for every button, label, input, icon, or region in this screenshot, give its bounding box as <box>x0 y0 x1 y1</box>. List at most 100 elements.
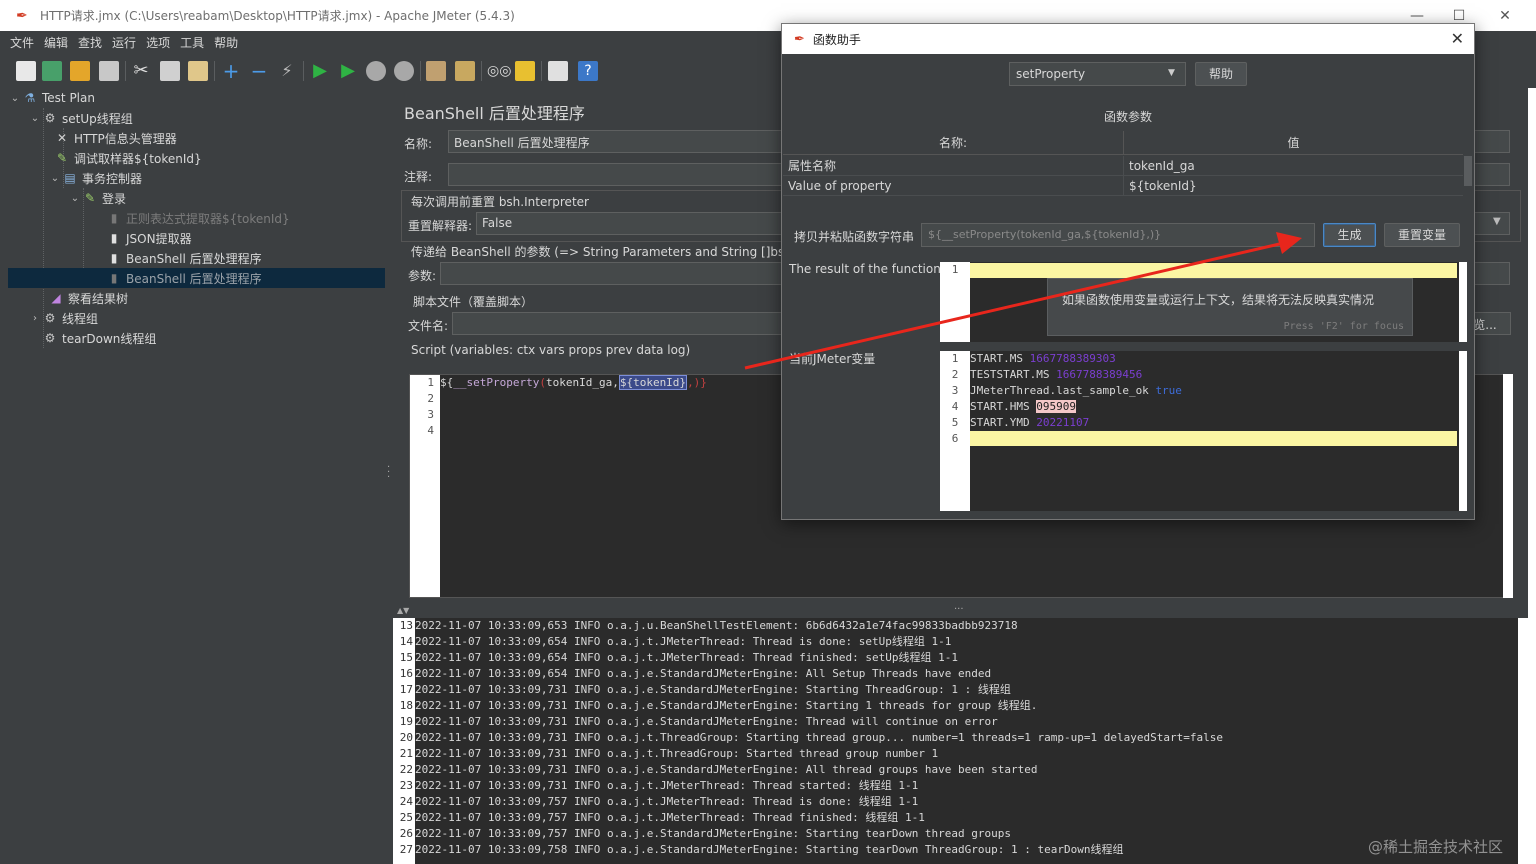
menu-file[interactable]: 文件 <box>10 34 34 51</box>
log-scrollbar[interactable] <box>1518 618 1528 864</box>
function-select[interactable]: setProperty <box>1009 62 1186 86</box>
tree-node-beanshell-1[interactable]: ▮ BeanShell 后置处理程序 <box>106 248 262 268</box>
stop-icon[interactable] <box>366 61 386 81</box>
line-number: 19 <box>393 714 415 730</box>
collapse-icon[interactable]: − <box>249 61 269 81</box>
log-line: 27 2022-11-07 10:33:09,758 INFO o.a.j.e.S… <box>393 842 1124 858</box>
log-panel[interactable]: 13 2022-11-07 10:33:09,653 INFO o.a.j.u.B… <box>393 618 1518 864</box>
tree-node-header-manager[interactable]: ✕ HTTP信息头管理器 <box>54 128 177 148</box>
start-no-pause-icon[interactable]: ▶ <box>338 61 358 81</box>
vertical-splitter[interactable]: · · · <box>385 88 393 864</box>
param-name-cell: Value of property <box>783 176 1123 196</box>
collapse-arrow-icon[interactable]: ⌄ <box>8 93 22 104</box>
menu-search[interactable]: 查找 <box>78 34 102 51</box>
log-line: 21 2022-11-07 10:33:09,731 INFO o.a.j.t.T… <box>393 746 938 762</box>
help-button[interactable]: 帮助 <box>1195 62 1247 86</box>
toggle-icon[interactable]: ⚡ <box>277 61 297 81</box>
tree-node-label: HTTP信息头管理器 <box>74 131 177 146</box>
collapse-arrow-icon[interactable]: ⌄ <box>68 193 82 204</box>
drag-handle-icon[interactable]: ··· <box>387 463 390 483</box>
menu-tools[interactable]: 工具 <box>180 34 204 51</box>
watermark-text: @稀土掘金技术社区 <box>1368 838 1504 856</box>
tree-node-login[interactable]: ⌄ ✎ 登录 <box>68 188 126 208</box>
collapse-arrow-icon[interactable]: ⌄ <box>28 113 42 124</box>
help-icon[interactable]: ? <box>578 61 598 81</box>
table-scrollbar[interactable] <box>1464 156 1472 186</box>
shutdown-icon[interactable] <box>394 61 414 81</box>
variable-key: START.MS <box>970 352 1030 365</box>
tree-node-debug-sampler[interactable]: ✎ 调试取样器${tokenId} <box>54 148 202 168</box>
splitter-arrows-icon[interactable]: ▲▼ <box>397 606 409 615</box>
tree-node-thread-group[interactable]: › ⚙ 线程组 <box>28 308 98 328</box>
function-helper-icon[interactable] <box>548 61 568 81</box>
chevron-down-icon[interactable]: ▼ <box>1493 216 1501 227</box>
panel-title: BeanShell 后置处理程序 <box>404 104 585 123</box>
log-line: 16 2022-11-07 10:33:09,654 INFO o.a.j.e.S… <box>393 666 991 682</box>
variable-line: TESTSTART.MS 1667788389456 <box>970 367 1142 383</box>
log-line: 15 2022-11-07 10:33:09,654 INFO o.a.j.t.J… <box>393 650 958 666</box>
tree-node-json-extractor[interactable]: ▮ JSON提取器 <box>106 228 192 248</box>
expand-arrow-icon[interactable]: › <box>28 313 42 324</box>
toolbar-separator <box>420 61 421 81</box>
variables-box[interactable]: 123456 START.MS 1667788389303 TESTSTART.M… <box>940 351 1467 511</box>
vars-scrollbar[interactable] <box>1459 351 1467 511</box>
line-number: 18 <box>393 698 415 714</box>
log-text: 2022-11-07 10:33:09,757 INFO o.a.j.t.JMe… <box>415 811 925 824</box>
line-number: 22 <box>393 762 415 778</box>
tree-node-transaction-controller[interactable]: ⌄ ▤ 事务控制器 <box>48 168 142 188</box>
close-icon[interactable]: ✕ <box>1482 0 1528 31</box>
variable-value: 095909 <box>1036 400 1076 413</box>
variable-key: JMeterThread.last_sample_ok <box>970 384 1156 397</box>
param-value-cell[interactable]: tokenId_ga <box>1123 156 1463 176</box>
open-icon[interactable] <box>70 61 90 81</box>
generate-button[interactable]: 生成 <box>1323 223 1376 247</box>
line-number: 4 <box>951 400 959 413</box>
menu-run[interactable]: 运行 <box>112 34 136 51</box>
editor-scrollbar[interactable] <box>1503 374 1513 598</box>
param-value-cell[interactable]: ${tokenId} <box>1123 176 1463 196</box>
clear-all-icon[interactable] <box>455 61 475 81</box>
collapse-arrow-icon[interactable]: ⌄ <box>48 173 62 184</box>
tree-node-teardown-thread-group[interactable]: ⚙ tearDown线程组 <box>42 328 157 348</box>
log-text: 2022-11-07 10:33:09,654 INFO o.a.j.e.Sta… <box>415 667 992 680</box>
start-icon[interactable]: ▶ <box>310 61 330 81</box>
copy-icon[interactable] <box>160 61 180 81</box>
chevron-down-icon[interactable]: ▼ <box>1168 68 1175 78</box>
menu-help[interactable]: 帮助 <box>214 34 238 51</box>
dialog-titlebar: ✒ 函数助手 ✕ <box>782 24 1474 54</box>
tree-node-setup-thread-group[interactable]: ⌄ ⚙ setUp线程组 <box>28 108 133 128</box>
new-icon[interactable] <box>16 61 36 81</box>
paste-icon[interactable] <box>188 61 208 81</box>
tree-node-view-results-tree[interactable]: ◢ 察看结果树 <box>48 288 128 308</box>
script-group-title: Script (variables: ctx vars props prev d… <box>411 343 691 357</box>
reset-variables-button[interactable]: 重置变量 <box>1384 223 1460 247</box>
result-scrollbar[interactable] <box>1459 262 1467 342</box>
search-icon[interactable]: ◎◎ <box>487 61 511 81</box>
reset-search-icon[interactable] <box>515 61 535 81</box>
code-token: ,)} <box>687 376 707 389</box>
expand-icon[interactable]: + <box>221 61 241 81</box>
log-line: 22 2022-11-07 10:33:09,731 INFO o.a.j.e.S… <box>393 762 1038 778</box>
log-text: 2022-11-07 10:33:09,654 INFO o.a.j.t.JMe… <box>415 635 952 648</box>
menu-edit[interactable]: 编辑 <box>44 34 68 51</box>
tree-node-test-plan[interactable]: ⌄ ⚗ Test Plan <box>8 88 95 108</box>
line-number: 16 <box>393 666 415 682</box>
tree-node-beanshell-2-selected[interactable]: ▮ BeanShell 后置处理程序 <box>8 268 385 288</box>
line-number: 1 <box>951 352 959 365</box>
col-header-name: 名称: <box>783 131 1123 155</box>
templates-icon[interactable] <box>42 61 62 81</box>
drag-handle-icon[interactable]: ··· <box>954 604 964 615</box>
controller-icon: ▤ <box>64 171 76 185</box>
function-string-field[interactable]: ${__setProperty(tokenId_ga,${tokenId},)} <box>921 223 1315 247</box>
close-icon[interactable]: ✕ <box>1451 29 1464 48</box>
horizontal-splitter[interactable]: ▲▼ ··· <box>393 600 1536 618</box>
save-icon[interactable] <box>99 61 119 81</box>
tree-node-regex-extractor[interactable]: ▮ 正则表达式提取器${tokenId} <box>106 208 290 228</box>
log-line: 17 2022-11-07 10:33:09,731 INFO o.a.j.e.S… <box>393 682 1011 698</box>
variable-value: 1667788389456 <box>1056 368 1143 381</box>
result-label: The result of the function is <box>789 262 955 276</box>
cut-icon[interactable]: ✂ <box>131 61 151 81</box>
comment-label: 注释: <box>404 170 433 184</box>
clear-icon[interactable] <box>426 61 446 81</box>
menu-options[interactable]: 选项 <box>146 34 170 51</box>
